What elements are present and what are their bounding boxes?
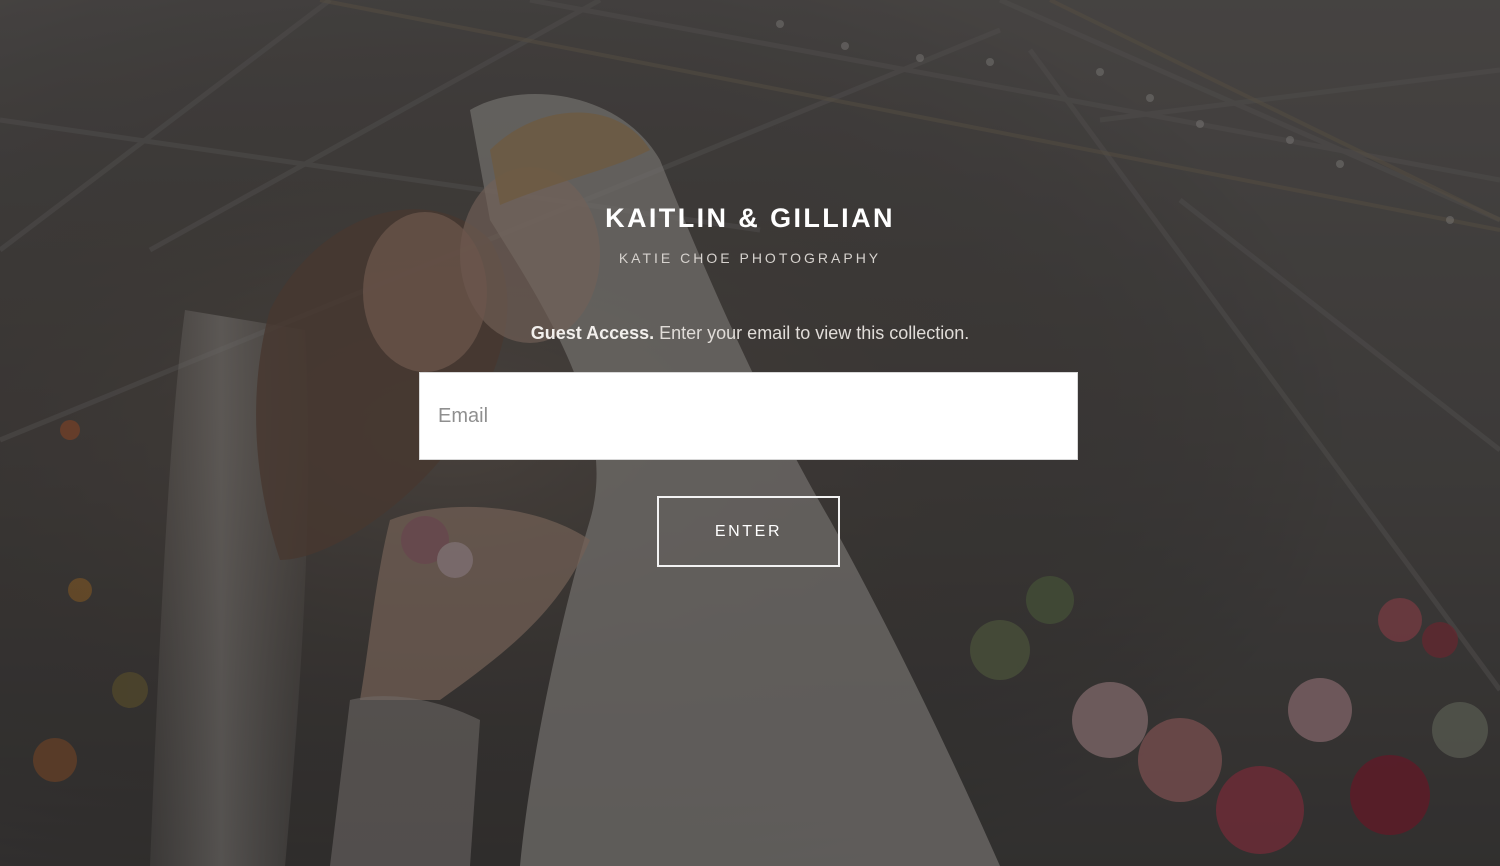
access-message: Guest Access. Enter your email to view t… (0, 323, 1500, 344)
guest-access-message: Enter your email to view this collection… (659, 323, 970, 343)
guest-access-heading: Guest Access. (530, 323, 655, 343)
email-input[interactable] (419, 372, 1078, 460)
enter-button[interactable]: ENTER (657, 496, 840, 567)
photographer-name: KATIE CHOE PHOTOGRAPHY (618, 250, 882, 266)
gallery-title: KAITLIN & GILLIAN (605, 203, 895, 233)
guest-access-page: KAITLIN & GILLIAN KATIE CHOE PHOTOGRAPHY… (0, 0, 1500, 866)
access-card: KAITLIN & GILLIAN KATIE CHOE PHOTOGRAPHY… (0, 0, 1500, 866)
